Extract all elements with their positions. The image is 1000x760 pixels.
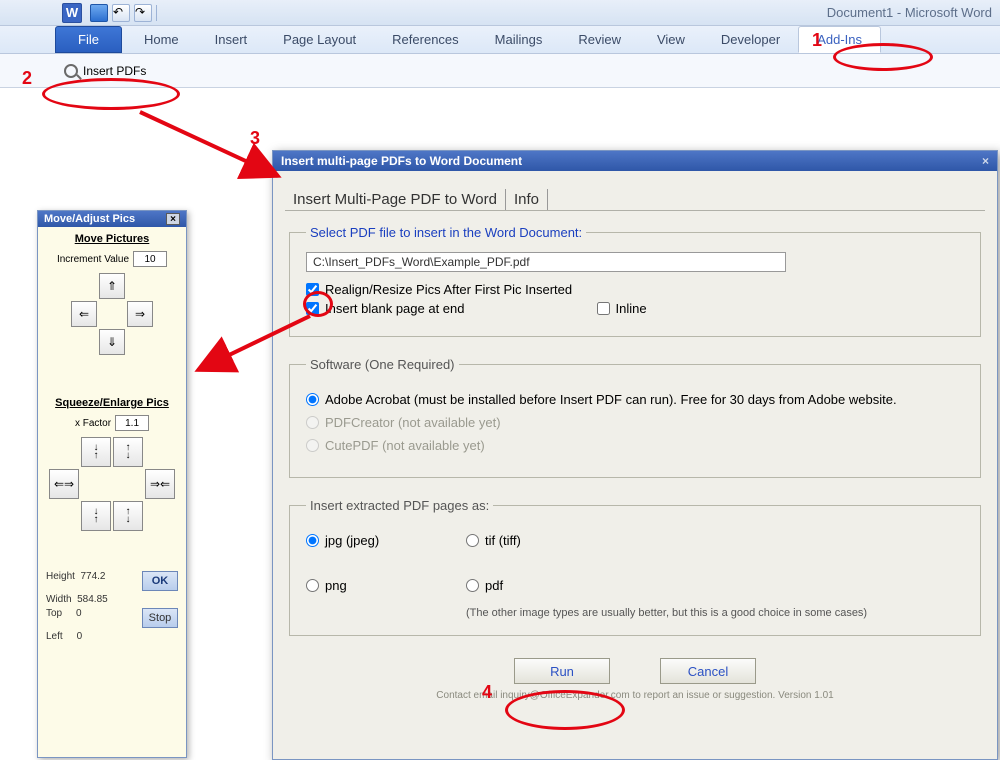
adobe-label: Adobe Acrobat (must be installed before … (325, 392, 897, 407)
cancel-button[interactable]: Cancel (660, 658, 756, 684)
realign-label: Realign/Resize Pics After First Pic Inse… (325, 282, 572, 297)
arrow-down-icon[interactable]: ⇓ (99, 329, 125, 355)
image-format-group: Insert extracted PDF pages as: jpg (jpeg… (289, 498, 981, 636)
ok-button[interactable]: OK (142, 571, 178, 591)
tab-review[interactable]: Review (560, 26, 639, 53)
squeeze-down-in-icon[interactable]: ↑↓ (113, 501, 143, 531)
arrow-up-icon[interactable]: ⇑ (99, 273, 125, 299)
squeeze-up-out-icon[interactable]: ↑↓ (113, 437, 143, 467)
png-radio[interactable] (306, 579, 319, 592)
increment-label: Increment Value (57, 254, 129, 265)
squeeze-enlarge-heading: Squeeze/Enlarge Pics (44, 397, 180, 409)
arrow-right-icon[interactable]: ⇒ (127, 301, 153, 327)
tab-page-layout[interactable]: Page Layout (265, 26, 374, 53)
png-label: png (325, 578, 347, 593)
undo-icon[interactable]: ↶ (112, 4, 130, 22)
magnifier-icon (64, 64, 78, 78)
realign-checkbox[interactable] (306, 283, 319, 296)
dialog-title: Insert multi-page PDFs to Word Document (281, 154, 522, 168)
tif-label: tif (tiff) (485, 533, 521, 548)
jpg-radio[interactable] (306, 534, 319, 547)
dialog-titlebar: Insert multi-page PDFs to Word Document … (273, 151, 997, 171)
squeeze-down-out-icon[interactable]: ↓↑ (81, 501, 111, 531)
pdfcreator-label: PDFCreator (not available yet) (325, 415, 501, 430)
close-icon[interactable]: × (166, 213, 180, 225)
ribbon-body: Insert PDFs (0, 54, 1000, 88)
ribbon-tabs: File Home Insert Page Layout References … (0, 26, 1000, 54)
adobe-radio[interactable] (306, 393, 319, 406)
titlebar: W ↶ ↷ Document1 - Microsoft Word (0, 0, 1000, 26)
format-hint: (The other image types are usually bette… (466, 607, 964, 619)
tab-info[interactable]: Info (506, 189, 548, 210)
arrow-left-icon[interactable]: ⇐ (71, 301, 97, 327)
squeeze-pad: ↓↑ ↑↓ ⇐⇒ ⇒⇐ ↓↑ ↑↓ (44, 437, 180, 531)
squeeze-up-in-icon[interactable]: ↓↑ (81, 437, 111, 467)
software-group: Software (One Required) Adobe Acrobat (m… (289, 357, 981, 478)
save-icon[interactable] (90, 4, 108, 22)
move-arrow-pad: ⇑ ⇐ ⇒ ⇓ (44, 273, 180, 355)
xfactor-input[interactable] (115, 415, 149, 431)
tab-references[interactable]: References (374, 26, 476, 53)
window-title: Document1 - Microsoft Word (827, 5, 992, 20)
word-app-icon: W (62, 3, 82, 23)
select-pdf-group: Select PDF file to insert in the Word Do… (289, 225, 981, 337)
top-label: Top 0 (46, 608, 82, 628)
pdf-radio[interactable] (466, 579, 479, 592)
dialog-buttons: Run Cancel (285, 646, 985, 690)
dialog-tabs: Insert Multi-Page PDF to Word Info (285, 189, 985, 211)
tab-add-ins[interactable]: Add-Ins (798, 26, 881, 53)
pdfcreator-radio (306, 416, 319, 429)
move-panel-title: Move/Adjust Pics (44, 213, 135, 225)
dialog-footer: Contact email inquiry@OfficeExpander.com… (285, 690, 985, 705)
blank-page-label: Insert blank page at end (325, 301, 465, 316)
tab-home[interactable]: Home (126, 26, 197, 53)
left-label: Left 0 (46, 631, 82, 642)
format-legend: Insert extracted PDF pages as: (306, 498, 493, 513)
insert-pdf-dialog: Insert multi-page PDFs to Word Document … (272, 150, 998, 760)
tab-view[interactable]: View (639, 26, 703, 53)
file-tab[interactable]: File (55, 26, 122, 53)
cutepdf-radio (306, 439, 319, 452)
inline-checkbox[interactable] (597, 302, 610, 315)
tab-insert[interactable]: Insert (197, 26, 266, 53)
blank-page-checkbox[interactable] (306, 302, 319, 315)
width-label: Width 584.85 (46, 594, 108, 605)
quick-access-toolbar: ↶ ↷ (90, 4, 162, 22)
cutepdf-label: CutePDF (not available yet) (325, 438, 485, 453)
move-adjust-pics-panel: Move/Adjust Pics × Move Pictures Increme… (37, 210, 187, 758)
tab-mailings[interactable]: Mailings (477, 26, 561, 53)
select-pdf-legend: Select PDF file to insert in the Word Do… (306, 225, 586, 240)
tab-developer[interactable]: Developer (703, 26, 798, 53)
tif-radio[interactable] (466, 534, 479, 547)
software-legend: Software (One Required) (306, 357, 459, 372)
pdf-label: pdf (485, 578, 503, 593)
squeeze-left-out-icon[interactable]: ⇐⇒ (49, 469, 79, 499)
dialog-close-icon[interactable]: × (982, 154, 989, 168)
insert-pdfs-label: Insert PDFs (83, 64, 146, 78)
pdf-path-input[interactable] (306, 252, 786, 272)
pic-stats: Height 774.2 OK Width 584.85 Top 0 Stop … (38, 565, 186, 651)
xfactor-label: x Factor (75, 418, 111, 429)
qat-separator-icon (156, 5, 162, 21)
jpg-label: jpg (jpeg) (325, 533, 379, 548)
tab-insert-pdf[interactable]: Insert Multi-Page PDF to Word (285, 189, 506, 210)
insert-pdfs-button[interactable]: Insert PDFs (64, 64, 146, 78)
run-button[interactable]: Run (514, 658, 610, 684)
height-label: Height 774.2 (46, 571, 106, 591)
move-pictures-heading: Move Pictures (44, 233, 180, 245)
redo-icon[interactable]: ↷ (134, 4, 152, 22)
inline-label: Inline (616, 301, 647, 316)
increment-input[interactable] (133, 251, 167, 267)
move-panel-titlebar: Move/Adjust Pics × (38, 211, 186, 227)
annotation-number-3: 3 (250, 128, 260, 149)
squeeze-right-in-icon[interactable]: ⇒⇐ (145, 469, 175, 499)
stop-button[interactable]: Stop (142, 608, 178, 628)
